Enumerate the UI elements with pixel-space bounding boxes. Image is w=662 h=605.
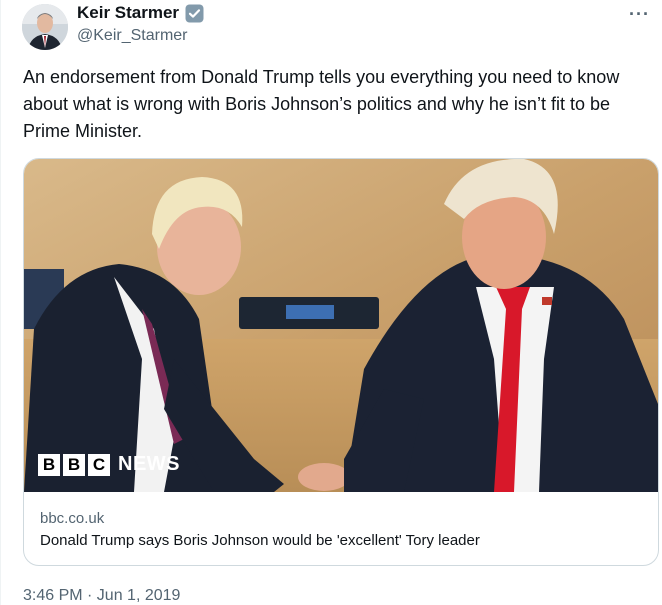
bbc-news-logo: B B C NEWS — [38, 453, 180, 476]
person-avatar-icon — [22, 4, 68, 50]
tweet-timestamp[interactable]: 3:46 PM · Jun 1, 2019 — [23, 587, 180, 605]
tweet-text: An endorsement from Donald Trump tells y… — [23, 67, 620, 141]
tweet: Keir Starmer @Keir_Starmer ··· An endors… — [0, 0, 662, 605]
bbc-logo-word: NEWS — [118, 453, 180, 475]
author-name-row: Keir Starmer — [77, 3, 204, 23]
link-card[interactable]: B B C NEWS bbc.co.uk Donald Trump says B… — [23, 158, 659, 566]
card-domain: bbc.co.uk — [40, 510, 105, 527]
card-title: Donald Trump says Boris Johnson would be… — [40, 532, 480, 549]
bbc-logo-letter: C — [88, 453, 110, 476]
more-options-icon[interactable]: ··· — [629, 4, 650, 25]
bbc-logo-letter: B — [38, 453, 60, 476]
author-handle[interactable]: @Keir_Starmer — [77, 27, 188, 45]
card-image — [24, 159, 658, 492]
verified-badge-icon — [185, 4, 204, 23]
author-display-name[interactable]: Keir Starmer — [77, 3, 179, 23]
author-avatar[interactable] — [22, 4, 68, 50]
bbc-logo-letter: B — [63, 453, 85, 476]
